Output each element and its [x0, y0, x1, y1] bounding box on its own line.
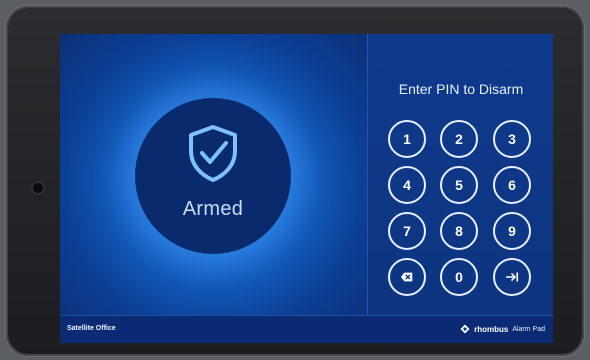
status-label: Armed	[182, 198, 244, 220]
keypad: 1 2 3 4 5 6 7 8 9 0	[388, 120, 538, 296]
key-6[interactable]: 6	[493, 166, 531, 204]
enter-icon	[505, 272, 519, 282]
alarm-screen: Armed Enter PIN to Disarm 1 2 3 4 5 6 7 …	[60, 34, 553, 343]
backspace-key[interactable]	[388, 258, 426, 296]
key-9[interactable]: 9	[493, 212, 531, 250]
camera-icon	[33, 183, 43, 193]
key-0[interactable]: 0	[440, 258, 478, 296]
footer-bar: Satellite Office rhombus Alarm Pad	[60, 315, 553, 343]
key-7[interactable]: 7	[388, 212, 426, 250]
key-8[interactable]: 8	[440, 212, 478, 250]
status-panel: Armed	[60, 34, 367, 315]
backspace-icon	[400, 272, 413, 282]
key-2[interactable]: 2	[440, 120, 478, 158]
status-indicator: Armed	[135, 98, 291, 254]
enter-key[interactable]	[493, 258, 531, 296]
tablet-bezel: Armed Enter PIN to Disarm 1 2 3 4 5 6 7 …	[6, 6, 584, 356]
key-3[interactable]: 3	[493, 120, 531, 158]
key-5[interactable]: 5	[440, 166, 478, 204]
brand-name: rhombus	[474, 324, 509, 334]
key-4[interactable]: 4	[388, 166, 426, 204]
brand: rhombus Alarm Pad	[460, 324, 545, 334]
pin-title: Enter PIN to Disarm	[398, 81, 524, 97]
pin-panel: Enter PIN to Disarm 1 2 3 4 5 6 7 8 9 0	[367, 34, 553, 315]
shield-check-icon	[189, 125, 237, 182]
location-label: Satellite Office	[67, 325, 116, 332]
key-1[interactable]: 1	[388, 120, 426, 158]
product-name: Alarm Pad	[512, 325, 545, 333]
rhombus-logo-icon	[460, 324, 470, 334]
